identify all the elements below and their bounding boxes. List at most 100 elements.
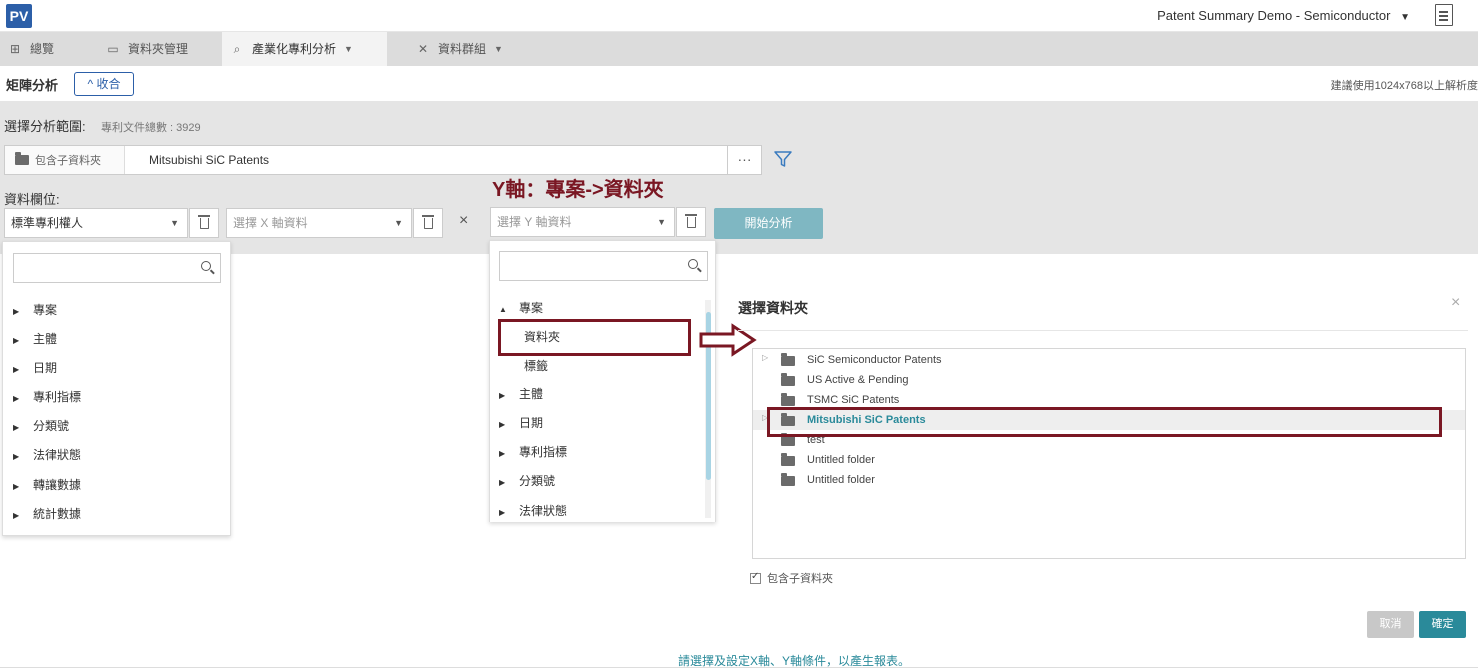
tab-label: 總覽 xyxy=(30,42,55,56)
top-bar: PV Patent Summary Demo - Semiconductor ▼ xyxy=(0,0,1478,32)
more-button[interactable]: ··· xyxy=(728,145,762,175)
include-subfolder-checkbox[interactable]: 包含子資料夾 xyxy=(750,570,833,586)
delete-y-button[interactable] xyxy=(676,207,706,237)
chevron-down-icon: ▼ xyxy=(657,217,666,227)
tree-item-label: 統計數據 xyxy=(33,507,82,521)
tree-item-legal-status[interactable]: ▶ 法律狀態 xyxy=(499,502,567,519)
cancel-button[interactable]: 取消 xyxy=(1367,611,1414,638)
folder-row-label: TSMC SiC Patents xyxy=(807,394,900,406)
start-analysis-button[interactable]: 開始分析 xyxy=(714,208,823,239)
folder-icon: ▭ xyxy=(107,42,119,56)
tree-item-statistics[interactable]: ▶ 統計數據 xyxy=(13,505,81,522)
resolution-note: 建議使用1024x768以上解析度 xyxy=(1330,80,1478,92)
tab-label: 資料夾管理 xyxy=(128,42,189,56)
trash-icon xyxy=(685,214,697,228)
caret-right-icon: ▶ xyxy=(13,365,20,374)
tree-item-label: 專案 xyxy=(33,303,58,317)
tab-folder-management[interactable]: ▭ 資料夾管理 xyxy=(98,32,218,66)
tab-industry-analysis[interactable]: ⌕ 產業化專利分析 ▼ xyxy=(222,32,387,66)
select-placeholder: 選擇 Y 軸資料 xyxy=(497,215,572,229)
doc-count: 專利文件總數 : 3929 xyxy=(101,122,201,134)
folder-tree: ▷ SiC Semiconductor Patents US Active & … xyxy=(752,348,1466,559)
y-field-search-input[interactable] xyxy=(499,251,708,281)
chevron-down-icon: ▼ xyxy=(494,44,503,54)
filter-icon[interactable] xyxy=(773,149,793,169)
tree-item-classification[interactable]: ▶ 分類號 xyxy=(499,472,555,489)
tree-item-patent-metrics[interactable]: ▶ 專利指標 xyxy=(499,443,567,460)
group-icon: ✕ xyxy=(417,42,429,56)
scope-label: 選擇分析範圍: xyxy=(4,119,86,134)
caret-right-icon: ▶ xyxy=(499,508,506,517)
tree-item-subject[interactable]: ▶ 主體 xyxy=(13,330,57,347)
folder-selector[interactable]: 包含子資料夾 Mitsubishi SiC Patents xyxy=(4,145,728,175)
chevron-down-icon: ▼ xyxy=(170,218,179,228)
tab-label: 產業化專利分析 xyxy=(252,42,337,56)
divider xyxy=(0,667,1478,668)
folder-icon xyxy=(781,373,795,386)
tree-item-label: 主體 xyxy=(519,387,544,401)
caret-right-icon: ▶ xyxy=(499,420,506,429)
project-title: Patent Summary Demo - Semiconductor xyxy=(1157,8,1391,23)
tree-subitem-tag[interactable]: 標籤 xyxy=(524,357,548,374)
tree-item-project-expanded[interactable]: ▲ 專案 xyxy=(499,299,543,316)
caret-right-icon: ▶ xyxy=(499,449,506,458)
selected-folder-highlight xyxy=(767,407,1442,437)
tree-item-legal-status[interactable]: ▶ 法律狀態 xyxy=(13,446,81,463)
tree-item-label: 專案 xyxy=(519,301,544,315)
folder-row-label: SiC Semiconductor Patents xyxy=(807,354,942,366)
modal-divider xyxy=(738,330,1468,331)
modal-title: 選擇資料夾 xyxy=(738,300,808,316)
caret-right-icon: ▶ xyxy=(499,391,506,400)
tree-item-date[interactable]: ▶ 日期 xyxy=(13,359,57,376)
caret-right-icon: ▶ xyxy=(13,336,20,345)
include-subfolder-toggle[interactable]: 包含子資料夾 xyxy=(5,146,125,174)
x-axis-select[interactable]: 選擇 X 軸資料 ▼ xyxy=(226,208,412,238)
caret-right-icon: ▶ xyxy=(13,511,20,520)
tree-item-date[interactable]: ▶ 日期 xyxy=(499,414,543,431)
field-select-assignee[interactable]: 標準專利權人 ▼ xyxy=(4,208,188,238)
tab-overview[interactable]: ⊞ 總覽 xyxy=(0,32,95,66)
main-nav: ⊞ 總覽 ▭ 資料夾管理 ⌕ 產業化專利分析 ▼ ✕ 資料群組 ▼ xyxy=(0,32,1478,66)
tree-item-label: 專利指標 xyxy=(33,390,82,404)
close-icon[interactable]: × xyxy=(459,212,468,230)
fields-label: 資料欄位: xyxy=(4,192,60,207)
document-icon[interactable] xyxy=(1435,4,1453,26)
caret-right-icon: ▶ xyxy=(499,478,506,487)
tree-item-project[interactable]: ▶ 專案 xyxy=(13,301,57,318)
y-axis-annotation: Y軸：專案->資料夾 xyxy=(492,179,664,201)
tree-item-transfer-data[interactable]: ▶ 轉讓數據 xyxy=(13,476,81,493)
trash-icon xyxy=(422,215,434,229)
tab-label: 資料群組 xyxy=(438,42,487,56)
search-icon xyxy=(688,259,698,269)
tree-item-patent-metrics[interactable]: ▶ 專利指標 xyxy=(13,388,81,405)
close-icon[interactable]: × xyxy=(1451,294,1460,312)
tree-item-classification[interactable]: ▶ 分類號 xyxy=(13,417,69,434)
tree-item-subject[interactable]: ▶ 主體 xyxy=(499,385,543,402)
tree-item-label: 分類號 xyxy=(519,474,556,488)
chevron-down-icon: ▼ xyxy=(344,44,353,54)
confirm-button[interactable]: 確定 xyxy=(1419,611,1466,638)
page-title: 矩陣分析 xyxy=(6,78,59,93)
tab-data-group[interactable]: ✕ 資料群組 ▼ xyxy=(408,32,528,66)
delete-x-button[interactable] xyxy=(413,208,443,238)
folder-row[interactable]: Untitled folder xyxy=(753,470,1465,490)
folder-icon xyxy=(781,393,795,406)
folder-row[interactable]: Untitled folder xyxy=(753,450,1465,470)
tree-item-label: 分類號 xyxy=(33,419,70,433)
search-icon xyxy=(201,261,211,271)
collapse-button[interactable]: ^ 收合 xyxy=(74,72,134,96)
folder-row[interactable]: ▷ SiC Semiconductor Patents xyxy=(753,350,1465,370)
app-logo[interactable]: PV xyxy=(6,4,32,28)
tree-item-label: 日期 xyxy=(33,361,58,375)
y-axis-select[interactable]: 選擇 Y 軸資料 ▼ xyxy=(490,207,675,237)
delete-field-button[interactable] xyxy=(189,208,219,238)
folder-row-label: US Active & Pending xyxy=(807,374,909,386)
folder-icon xyxy=(781,453,795,466)
project-selector[interactable]: Patent Summary Demo - Semiconductor ▼ xyxy=(1157,8,1410,23)
tree-item-label: 專利指標 xyxy=(519,445,568,459)
magnify-icon: ⌕ xyxy=(233,42,241,56)
chevron-up-icon: ^ xyxy=(87,77,94,91)
folder-row[interactable]: US Active & Pending xyxy=(753,370,1465,390)
folder-row-label: Untitled folder xyxy=(807,474,875,486)
field-search-input[interactable] xyxy=(13,253,221,283)
